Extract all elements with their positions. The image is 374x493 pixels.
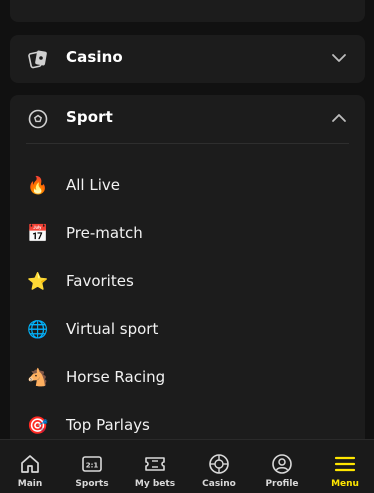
nav-casino[interactable]: Casino bbox=[188, 440, 250, 493]
nav-sports-label: Sports bbox=[75, 479, 109, 489]
scoreboard-icon: 2:1 bbox=[82, 456, 102, 472]
horse-icon: 🐴 bbox=[27, 368, 49, 388]
sport-item-label: Virtual sport bbox=[66, 320, 159, 338]
chevron-down-icon[interactable] bbox=[331, 50, 347, 66]
sport-item-label: All Live bbox=[66, 176, 120, 194]
sport-item-label: Top Parlays bbox=[66, 416, 150, 434]
soccer-ball-icon bbox=[28, 109, 48, 129]
collapsed-section-top[interactable] bbox=[10, 0, 365, 22]
scoreboard-badge: 2:1 bbox=[86, 462, 99, 470]
sport-item-label: Horse Racing bbox=[66, 368, 166, 386]
nav-my-bets[interactable]: My bets bbox=[124, 440, 186, 493]
section-casino-header[interactable]: Casino bbox=[10, 35, 365, 81]
section-casino-label: Casino bbox=[66, 48, 123, 66]
sport-item-horse-racing[interactable]: 🐴 Horse Racing bbox=[10, 358, 365, 398]
menu-icon bbox=[334, 456, 356, 472]
sport-item-virtual-sport[interactable]: 🌐 Virtual sport bbox=[10, 310, 365, 350]
sport-item-pre-match[interactable]: 📅 Pre-match bbox=[10, 214, 365, 254]
cards-icon bbox=[28, 50, 47, 69]
ticket-icon bbox=[145, 457, 165, 471]
star-icon: ⭐ bbox=[27, 272, 49, 292]
fire-icon: 🔥 bbox=[27, 176, 49, 196]
nav-main[interactable]: Main bbox=[0, 440, 61, 493]
home-icon bbox=[21, 455, 39, 473]
chevron-up-icon[interactable] bbox=[331, 110, 347, 126]
section-sport-header[interactable]: Sport bbox=[10, 95, 365, 141]
roulette-icon bbox=[209, 454, 229, 474]
section-sport: Sport 🔥 All Live 📅 Pre-match ⭐ Favorites… bbox=[10, 95, 365, 455]
nav-sports[interactable]: 2:1 Sports bbox=[61, 440, 123, 493]
nav-main-label: Main bbox=[17, 479, 43, 489]
nav-my-bets-label: My bets bbox=[134, 479, 176, 489]
sport-item-label: Favorites bbox=[66, 272, 134, 290]
section-divider bbox=[26, 143, 349, 144]
sport-item-all-live[interactable]: 🔥 All Live bbox=[10, 166, 365, 206]
bottom-nav: Main 2:1 Sports My bets Casino Profile M… bbox=[0, 439, 374, 493]
globe-icon: 🌐 bbox=[27, 320, 49, 340]
nav-profile-label: Profile bbox=[265, 479, 299, 489]
sport-item-label: Pre-match bbox=[66, 224, 143, 242]
sport-item-favorites[interactable]: ⭐ Favorites bbox=[10, 262, 365, 302]
nav-casino-label: Casino bbox=[202, 479, 236, 489]
user-icon bbox=[272, 454, 292, 474]
section-sport-label: Sport bbox=[66, 108, 113, 126]
calendar-icon: 📅 bbox=[27, 224, 49, 244]
nav-menu-label: Menu bbox=[331, 479, 359, 489]
nav-menu[interactable]: Menu bbox=[314, 440, 374, 493]
target-icon: 🎯 bbox=[27, 416, 49, 436]
nav-profile[interactable]: Profile bbox=[251, 440, 313, 493]
section-casino[interactable]: Casino bbox=[10, 35, 365, 83]
